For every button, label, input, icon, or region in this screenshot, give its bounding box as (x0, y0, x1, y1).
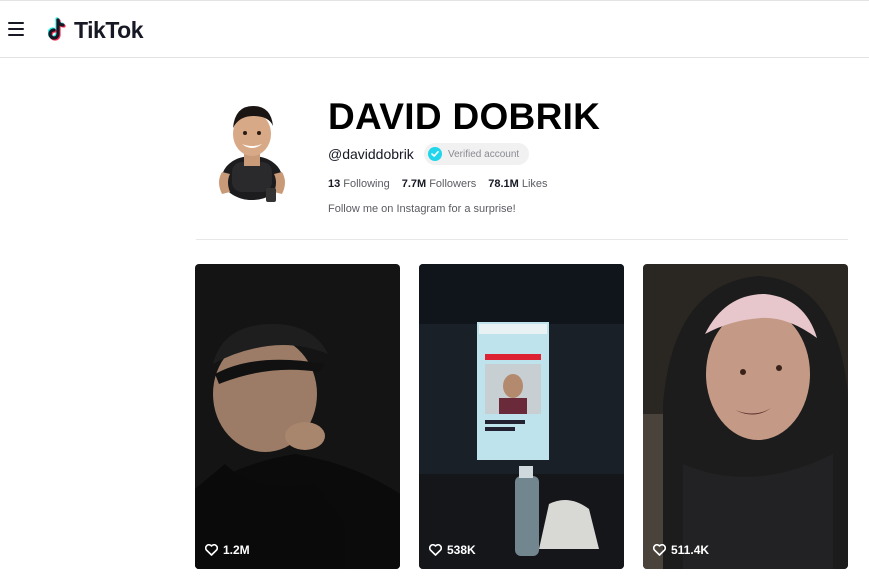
video-likes: 1.2M (205, 543, 250, 557)
video-thumbnail-image (643, 264, 848, 569)
logo-text: TikTok (74, 16, 144, 43)
tiktok-note-icon (48, 17, 66, 41)
verified-label: Verified account (448, 148, 520, 160)
profile-handle: @daviddobrik (328, 146, 414, 162)
video-thumbnail-image (419, 264, 624, 569)
likes-label: Likes (521, 178, 548, 190)
video-thumbnail-image (195, 264, 400, 569)
profile-bio: Follow me on Instagram for a surprise! (328, 203, 516, 215)
profile-stats: 13 Following 7.7M Followers 78.1M Likes (328, 178, 560, 190)
video-likes-count: 1.2M (223, 543, 250, 557)
video-thumbnail-3[interactable]: 511.4K (643, 264, 848, 569)
following-label: Following (343, 178, 390, 190)
heart-icon (429, 544, 442, 556)
following-count: 13 (328, 178, 341, 190)
followers-count: 7.7M (401, 178, 427, 190)
video-likes-count: 538K (447, 543, 476, 557)
followers-label: Followers (429, 178, 477, 190)
followers-stat[interactable]: 7.7M Followers (402, 178, 477, 190)
verified-check-icon (428, 147, 442, 161)
following-stat[interactable]: 13 Following (328, 178, 390, 190)
likes-stat: 78.1M Likes (488, 178, 547, 190)
likes-count: 78.1M (488, 178, 519, 190)
hamburger-menu-icon[interactable] (8, 22, 24, 36)
video-likes: 511.4K (653, 543, 709, 557)
video-likes: 538K (429, 543, 476, 557)
profile-name: DAVID DOBRIK (328, 96, 601, 137)
video-thumbnail-2[interactable]: 538K (419, 264, 624, 569)
profile-avatar (219, 106, 285, 202)
verified-badge: Verified account (424, 143, 530, 165)
section-divider (196, 239, 848, 240)
video-thumbnail-1[interactable]: 1.2M (195, 264, 400, 569)
tiktok-logo[interactable]: TikTok (48, 16, 144, 44)
heart-icon (205, 544, 218, 556)
video-likes-count: 511.4K (671, 543, 710, 557)
top-navigation-bar: TikTok (0, 0, 869, 58)
heart-icon (653, 544, 666, 556)
